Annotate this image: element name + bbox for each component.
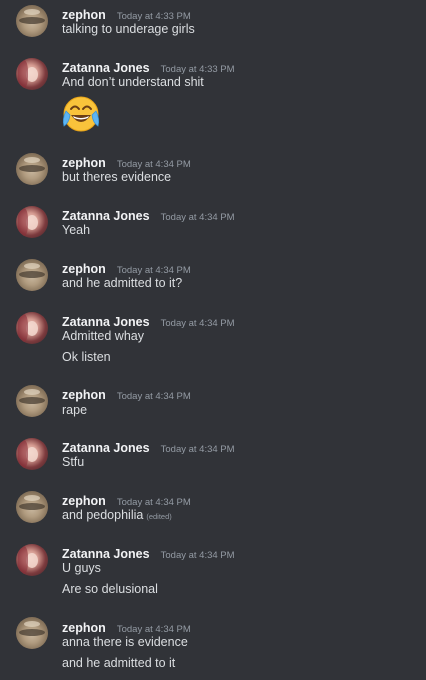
username[interactable]: zephon (62, 262, 106, 276)
avatar[interactable] (16, 206, 48, 238)
avatar[interactable] (16, 259, 48, 291)
username[interactable]: zephon (62, 621, 106, 635)
message-text: and he admitted to it? (62, 276, 183, 290)
timestamp: Today at 4:34 PM (160, 318, 235, 329)
message-text: rape (62, 403, 88, 417)
timestamp: Today at 4:34 PM (160, 444, 235, 455)
avatar[interactable] (16, 58, 48, 90)
username[interactable]: zephon (62, 8, 106, 22)
timestamp: Today at 4:33 PM (116, 11, 191, 22)
message-text: and pedophilia (edited) (62, 508, 172, 522)
message-body: and pedophilia (62, 508, 144, 522)
message-text: but theres evidence (62, 170, 172, 184)
message-text: talking to underage girls (62, 22, 195, 36)
avatar[interactable] (16, 385, 48, 417)
timestamp: Today at 4:34 PM (160, 212, 235, 223)
username[interactable]: Zatanna Jones (62, 547, 150, 561)
timestamp: Today at 4:34 PM (116, 624, 191, 635)
joy-emoji-icon (62, 96, 100, 132)
avatar[interactable] (16, 544, 48, 576)
username[interactable]: zephon (62, 494, 106, 508)
message-text: Stfu (62, 455, 85, 469)
timestamp: Today at 4:34 PM (160, 550, 235, 561)
username[interactable]: zephon (62, 156, 106, 170)
message-text: and he admitted to it (62, 656, 176, 670)
timestamp: Today at 4:34 PM (116, 159, 191, 170)
chat-message-list: zephon Today at 4:33 PM talking to under… (0, 0, 426, 680)
message-text: And don’t understand shit (62, 75, 204, 89)
username[interactable]: Zatanna Jones (62, 61, 150, 75)
username[interactable]: Zatanna Jones (62, 315, 150, 329)
avatar[interactable] (16, 153, 48, 185)
avatar[interactable] (16, 5, 48, 37)
message-text: anna there is evidence (62, 635, 188, 649)
edited-label: (edited) (146, 512, 172, 521)
message-text: U guys (62, 561, 101, 575)
message-text: Yeah (62, 223, 91, 237)
avatar[interactable] (16, 617, 48, 649)
timestamp: Today at 4:34 PM (116, 497, 191, 508)
username[interactable]: zephon (62, 388, 106, 402)
timestamp: Today at 4:34 PM (116, 265, 191, 276)
message-text: Ok listen (62, 350, 111, 364)
timestamp: Today at 4:33 PM (160, 64, 235, 75)
username[interactable]: Zatanna Jones (62, 209, 150, 223)
username[interactable]: Zatanna Jones (62, 441, 150, 455)
message-text: Admitted whay (62, 329, 144, 343)
avatar[interactable] (16, 491, 48, 523)
message-text: Are so delusional (62, 582, 158, 596)
avatar[interactable] (16, 438, 48, 470)
avatar[interactable] (16, 312, 48, 344)
timestamp: Today at 4:34 PM (116, 391, 191, 402)
